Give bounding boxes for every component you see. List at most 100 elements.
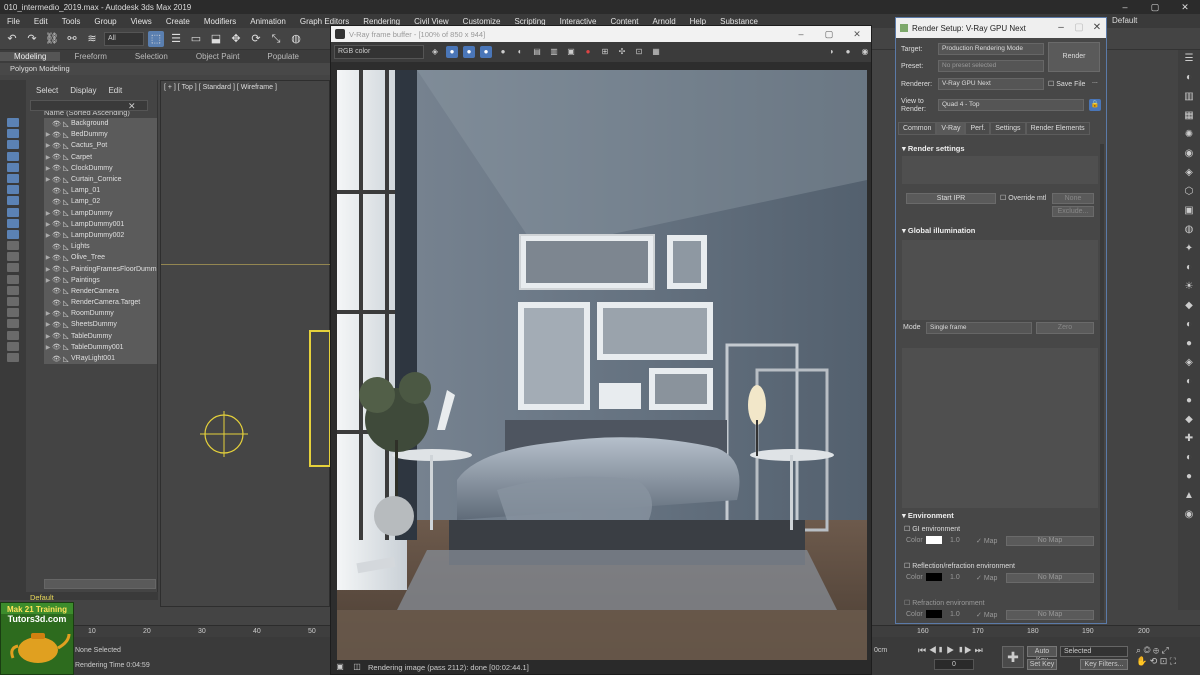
start-ipr-button[interactable]: Start IPR <box>906 193 996 204</box>
red-channel-icon[interactable]: ● <box>446 46 458 58</box>
alpha-channel-icon[interactable]: ● <box>497 46 509 58</box>
playback-controls[interactable]: ⏮ ◀▮ ▶ ▮▶ ⏭ <box>918 645 983 656</box>
preset-dropdown[interactable]: No preset selected <box>938 60 1044 72</box>
menu-views[interactable]: Views <box>124 17 159 26</box>
explorer-filter-button[interactable] <box>7 341 19 351</box>
set-key-plus-icon[interactable]: ✚ <box>1002 646 1024 668</box>
override-mtl-none-button[interactable]: None <box>1052 193 1094 204</box>
frame-field[interactable]: 0 <box>934 659 974 670</box>
command-panel-icon[interactable]: ◍ <box>1182 224 1196 236</box>
exclude-button[interactable]: Exclude... <box>1052 206 1094 217</box>
viewport-label[interactable]: [ + ] [ Top ] [ Standard ] [ Wireframe ] <box>164 84 277 91</box>
tab-perf[interactable]: Perf. <box>965 122 991 135</box>
visibility-eye-icon[interactable]: 👁 <box>52 287 61 295</box>
scene-row[interactable]: ▶ 👁 ◺ Cactus_Pot <box>44 140 157 152</box>
scene-row[interactable]: ▶ 👁 ◺ LampDummy002 <box>44 229 157 242</box>
menu-file[interactable]: File <box>0 17 27 26</box>
ribbon-tab-modeling[interactable]: Modeling <box>0 52 61 61</box>
select-by-name-icon[interactable]: ☰ <box>168 31 184 47</box>
green-channel-icon[interactable]: ● <box>463 46 475 58</box>
ribbon-tab-freeform[interactable]: Freeform <box>60 52 120 61</box>
refl-env-map-button[interactable]: No Map <box>1006 573 1094 583</box>
expand-icon[interactable]: ▶ <box>44 333 52 340</box>
selection-filter-dropdown[interactable]: All <box>104 31 144 46</box>
set-key-button[interactable]: Set Key <box>1027 659 1057 670</box>
vfb-status-icon-2[interactable]: ◫ <box>351 661 363 673</box>
visibility-eye-icon[interactable]: 👁 <box>52 187 61 195</box>
scene-row[interactable]: ▶ 👁 ◺ LampDummy <box>44 207 157 219</box>
visibility-eye-icon[interactable]: 👁 <box>52 243 61 251</box>
visibility-eye-icon[interactable]: 👁 <box>52 321 61 329</box>
visibility-eye-icon[interactable]: 👁 <box>52 265 61 273</box>
expand-icon[interactable]: ▶ <box>44 321 52 328</box>
rendered-image[interactable] <box>337 70 867 660</box>
command-panel-icon[interactable]: ⬡ <box>1182 186 1196 198</box>
scene-row[interactable]: ▶ 👁 ◺ BedDummy <box>44 129 157 141</box>
visibility-eye-icon[interactable]: 👁 <box>52 276 61 284</box>
menu-animation[interactable]: Animation <box>243 17 293 26</box>
ribbon-tab-object-paint[interactable]: Object Paint <box>182 52 254 61</box>
scene-row[interactable]: ▶ 👁 ◺ ClockDummy <box>44 162 157 174</box>
scene-row[interactable]: 👁 ◺ RenderCamera.Target <box>44 297 157 309</box>
explorer-filter-button[interactable] <box>7 229 19 239</box>
refr-env-map-checkbox[interactable]: ✓ Map <box>976 611 997 619</box>
visibility-eye-icon[interactable]: 👁 <box>52 176 61 184</box>
command-panel-icon[interactable]: ◉ <box>1182 509 1196 521</box>
tab-v-ray[interactable]: V-Ray <box>936 122 966 135</box>
command-panel-icon[interactable]: ● <box>1182 338 1196 350</box>
explorer-filter-button[interactable] <box>7 308 19 318</box>
rs-close-icon[interactable]: ✕ <box>1088 18 1106 38</box>
color-corrections-icon[interactable]: ◈ <box>429 46 441 58</box>
command-panel-icon[interactable]: ◐ <box>1182 319 1196 331</box>
light-gizmo-icon[interactable] <box>196 409 256 459</box>
scene-row[interactable]: 👁 ◺ Lights <box>44 241 157 253</box>
visibility-eye-icon[interactable]: 👁 <box>52 131 61 139</box>
expand-icon[interactable]: ▶ <box>44 221 52 228</box>
minimize-icon[interactable]: – <box>1110 0 1140 14</box>
gi-env-multiplier[interactable]: 1.0 <box>950 537 960 544</box>
command-panel-icon[interactable]: ◉ <box>1182 148 1196 160</box>
override-mtl-checkbox[interactable]: ☐ Override mtl <box>1000 194 1046 202</box>
explorer-filter-button[interactable] <box>7 352 19 362</box>
expand-icon[interactable]: ▶ <box>44 254 52 261</box>
channel-dropdown[interactable]: RGB color <box>334 45 424 59</box>
command-panel-icon[interactable]: ▦ <box>1182 110 1196 122</box>
explorer-filter-button[interactable] <box>7 241 19 251</box>
scene-row[interactable]: 👁 ◺ Background <box>44 118 157 130</box>
explorer-filter-button[interactable] <box>7 185 19 195</box>
menu-edit[interactable]: Edit <box>27 17 55 26</box>
layer-label[interactable]: Default <box>30 593 54 602</box>
target-dropdown[interactable]: Production Rendering Mode <box>938 43 1044 55</box>
scene-row[interactable]: ▶ 👁 ◺ Olive_Tree <box>44 252 157 264</box>
explorer-filter-button[interactable] <box>7 118 19 127</box>
scene-row[interactable]: ▶ 👁 ◺ Paintings <box>44 274 157 286</box>
explorer-filter-button[interactable] <box>7 140 19 150</box>
rs-minimize-icon[interactable]: – <box>1052 18 1070 38</box>
refl-env-map-checkbox[interactable]: ✓ Map <box>976 574 997 582</box>
command-panel-icon[interactable]: ◐ <box>1182 262 1196 274</box>
scene-row[interactable]: ▶ 👁 ◺ SheetsDummy <box>44 319 157 331</box>
maximize-icon[interactable]: ▢ <box>1140 0 1170 14</box>
visibility-eye-icon[interactable]: 👁 <box>52 198 61 206</box>
workspace-label[interactable]: Default <box>1112 14 1137 28</box>
explorer-menu-edit[interactable]: Edit <box>108 86 122 95</box>
command-panel-icon[interactable]: ◐ <box>1182 376 1196 388</box>
scene-row[interactable]: ▶ 👁 ◺ PaintingFramesFloorDumm <box>44 263 157 275</box>
scene-row[interactable]: 👁 ◺ RenderCamera <box>44 285 157 297</box>
environment-rollout[interactable]: ▾ Environment <box>902 511 1098 520</box>
visibility-eye-icon[interactable]: 👁 <box>52 164 61 172</box>
key-selection-dropdown[interactable]: Selected <box>1060 646 1128 657</box>
expand-icon[interactable]: ▶ <box>44 154 52 161</box>
tab-render-elements[interactable]: Render Elements <box>1025 122 1090 135</box>
explorer-filter-button[interactable] <box>7 274 19 284</box>
scene-row[interactable]: ▶ 👁 ◺ Curtain_Cornice <box>44 173 157 186</box>
visibility-eye-icon[interactable]: 👁 <box>52 153 61 161</box>
visibility-eye-icon[interactable]: 👁 <box>52 254 61 262</box>
command-panel-icon[interactable]: ☀ <box>1182 281 1196 293</box>
refl-env-color-swatch[interactable] <box>926 573 942 581</box>
tab-common[interactable]: Common <box>898 122 937 135</box>
scene-row[interactable]: ▶ 👁 ◺ RoomDummy <box>44 308 157 320</box>
explorer-filter-button[interactable] <box>7 151 19 161</box>
visibility-eye-icon[interactable]: 👁 <box>52 332 61 340</box>
visibility-eye-icon[interactable]: 👁 <box>52 220 61 228</box>
